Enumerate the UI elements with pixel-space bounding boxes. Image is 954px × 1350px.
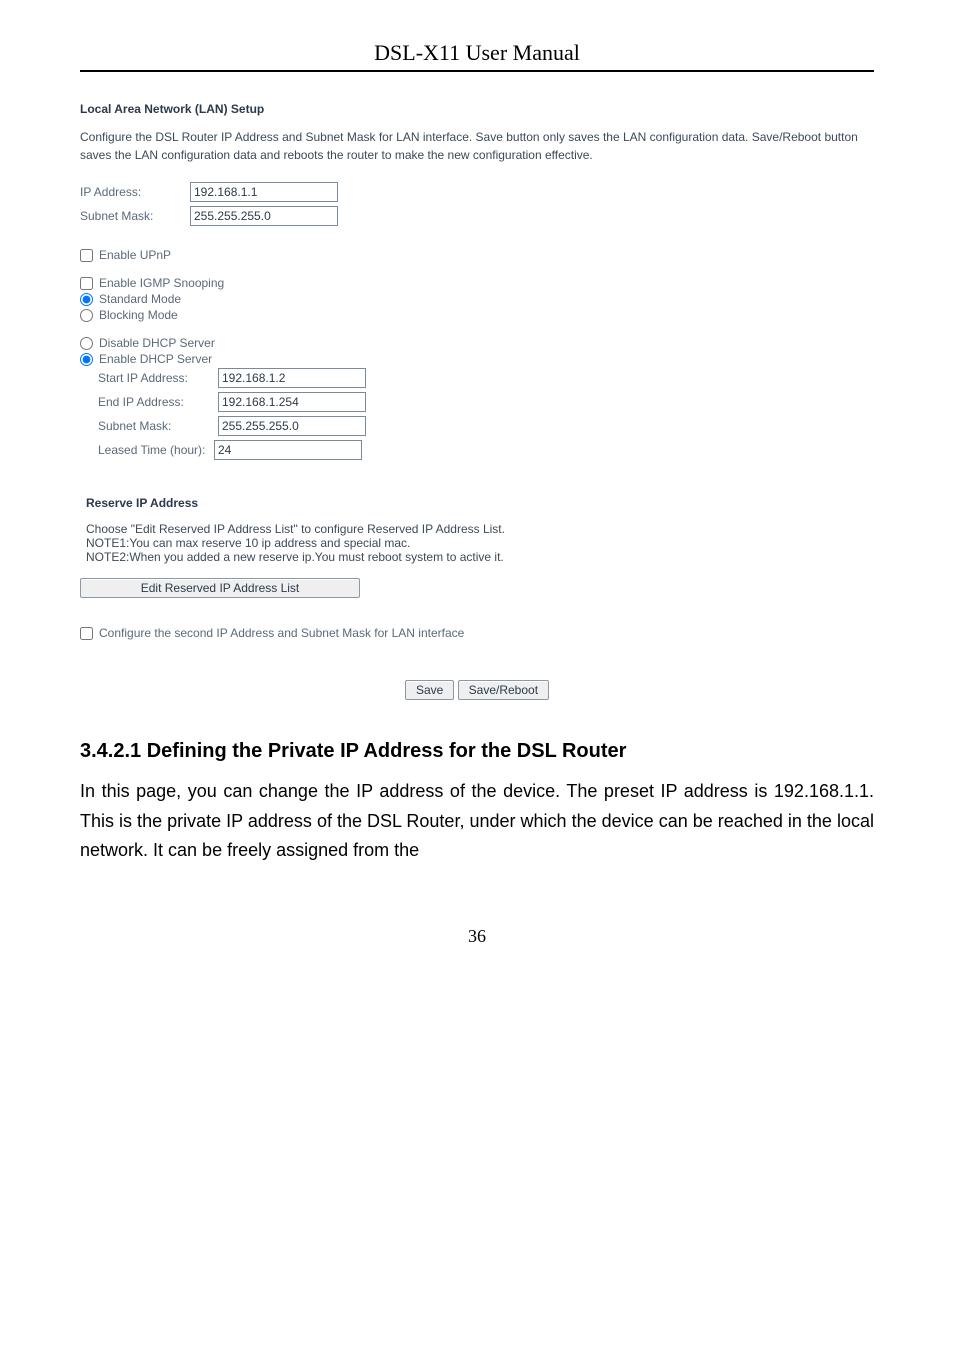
dhcp-mask-label: Subnet Mask:	[98, 419, 218, 433]
lan-setup-screenshot: Local Area Network (LAN) Setup Configure…	[80, 102, 874, 700]
enable-dhcp-radio[interactable]	[80, 353, 93, 366]
standard-mode-radio[interactable]	[80, 293, 93, 306]
enable-dhcp-label: Enable DHCP Server	[99, 352, 212, 366]
blocking-mode-radio[interactable]	[80, 309, 93, 322]
document-header: DSL-X11 User Manual	[80, 40, 874, 72]
reserve-note-3: NOTE2:When you added a new reserve ip.Yo…	[86, 550, 874, 564]
enable-igmp-label: Enable IGMP Snooping	[99, 276, 224, 290]
subnet-mask-input[interactable]	[190, 206, 338, 226]
enable-upnp-label: Enable UPnP	[99, 248, 171, 262]
leased-time-input[interactable]	[214, 440, 362, 460]
ip-address-input[interactable]	[190, 182, 338, 202]
section-paragraph: In this page, you can change the IP addr…	[80, 777, 874, 866]
leased-time-label: Leased Time (hour):	[98, 443, 218, 457]
enable-upnp-checkbox[interactable]	[80, 249, 93, 262]
lan-setup-description: Configure the DSL Router IP Address and …	[80, 128, 874, 164]
disable-dhcp-radio[interactable]	[80, 337, 93, 350]
dhcp-mask-input[interactable]	[218, 416, 366, 436]
disable-dhcp-label: Disable DHCP Server	[99, 336, 215, 350]
reserve-ip-title: Reserve IP Address	[86, 496, 874, 510]
lan-setup-title: Local Area Network (LAN) Setup	[80, 102, 874, 116]
save-button[interactable]: Save	[405, 680, 454, 700]
start-ip-input[interactable]	[218, 368, 366, 388]
standard-mode-label: Standard Mode	[99, 292, 181, 306]
page-number: 36	[80, 926, 874, 947]
end-ip-input[interactable]	[218, 392, 366, 412]
section-heading: 3.4.2.1 Defining the Private IP Address …	[80, 740, 874, 763]
start-ip-label: Start IP Address:	[98, 371, 218, 385]
end-ip-label: End IP Address:	[98, 395, 218, 409]
enable-igmp-checkbox[interactable]	[80, 277, 93, 290]
ip-address-label: IP Address:	[80, 185, 190, 199]
second-ip-label: Configure the second IP Address and Subn…	[99, 626, 464, 640]
edit-reserved-ip-button[interactable]: Edit Reserved IP Address List	[80, 578, 360, 598]
reserve-note-1: Choose "Edit Reserved IP Address List" t…	[86, 522, 874, 536]
second-ip-checkbox[interactable]	[80, 627, 93, 640]
subnet-mask-label: Subnet Mask:	[80, 209, 190, 223]
save-reboot-button[interactable]: Save/Reboot	[458, 680, 549, 700]
reserve-note-2: NOTE1:You can max reserve 10 ip address …	[86, 536, 874, 550]
blocking-mode-label: Blocking Mode	[99, 308, 178, 322]
